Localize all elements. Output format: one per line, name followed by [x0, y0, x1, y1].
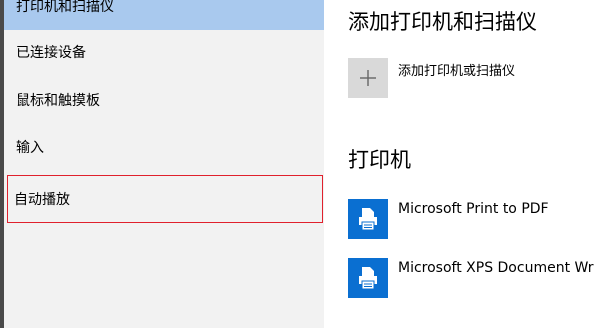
printers-heading: 打印机: [348, 148, 411, 172]
printer-icon: [348, 258, 388, 298]
sidebar-item-label: 自动播放: [14, 192, 70, 208]
printer-name: Microsoft Print to PDF: [398, 201, 549, 217]
plus-icon: [348, 58, 388, 98]
sidebar-item-label: 已连接设备: [16, 45, 86, 61]
add-printers-heading: 添加打印机和扫描仪: [348, 10, 537, 34]
sidebar-item-mouse-touchpad[interactable]: 鼠标和触摸板: [4, 76, 324, 124]
sidebar-item-label: 打印机和扫描仪: [16, 0, 114, 15]
add-printer-button[interactable]: 添加打印机或扫描仪: [348, 58, 515, 100]
sidebar-item-autoplay[interactable]: 自动播放: [7, 175, 323, 223]
settings-window: 打印机和扫描仪 已连接设备 鼠标和触摸板 输入 自动播放 添加打印机和扫描仪 添…: [0, 0, 602, 328]
main-content: 添加打印机和扫描仪 添加打印机或扫描仪 打印机 Microsoft Print …: [324, 0, 602, 328]
printer-name: Microsoft XPS Document Wr: [398, 260, 594, 276]
sidebar: 打印机和扫描仪 已连接设备 鼠标和触摸板 输入 自动播放: [4, 0, 324, 328]
sidebar-item-label: 输入: [16, 140, 44, 156]
sidebar-item-connected-devices[interactable]: 已连接设备: [4, 28, 324, 76]
printer-item-pdf[interactable]: Microsoft Print to PDF: [348, 199, 549, 239]
printer-icon: [348, 199, 388, 239]
sidebar-item-printers-scanners[interactable]: 打印机和扫描仪: [4, 0, 324, 30]
add-printer-label: 添加打印机或扫描仪: [398, 64, 516, 79]
printer-item-xps[interactable]: Microsoft XPS Document Wr: [348, 258, 593, 298]
sidebar-item-label: 鼠标和触摸板: [16, 93, 100, 109]
sidebar-item-typing[interactable]: 输入: [4, 123, 324, 171]
